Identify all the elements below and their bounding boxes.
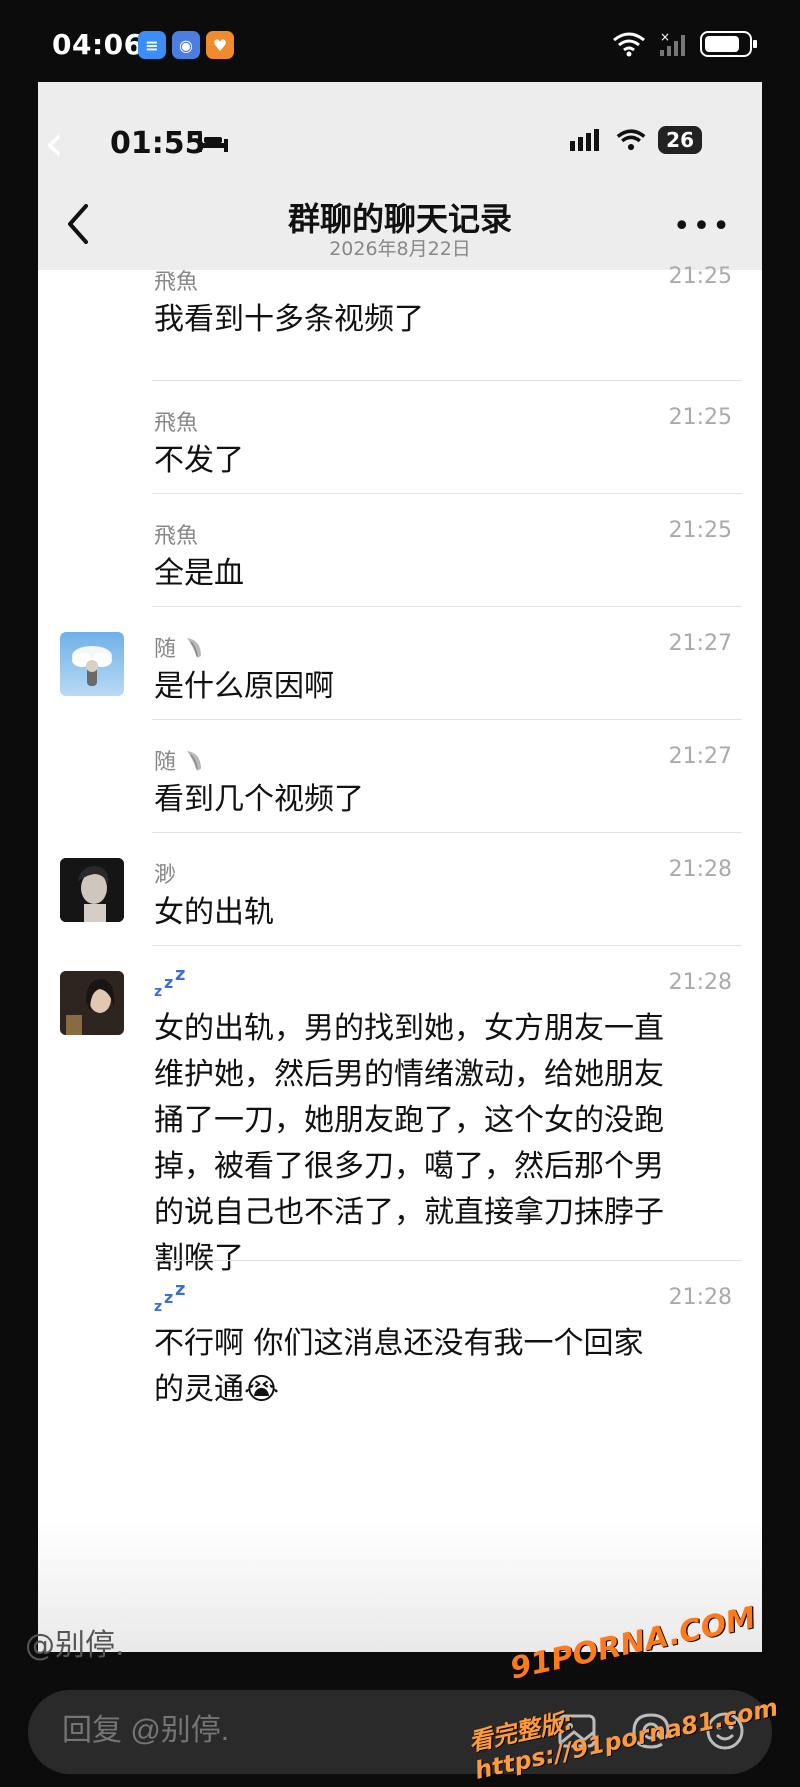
message-time: 21:28: [668, 857, 732, 882]
message-time: 21:28: [668, 1285, 732, 1310]
message-time: 21:25: [668, 264, 732, 289]
feather-emoji-icon: [187, 638, 202, 658]
outer-clock: 04:06: [52, 28, 144, 61]
battery-icon: [700, 31, 757, 57]
svg-text:z: z: [175, 968, 185, 985]
svg-text:z: z: [175, 1283, 185, 1300]
message-item: 飛魚 21:25 全是血: [38, 494, 762, 607]
message-text: 看到几个视频了: [154, 782, 364, 817]
chat-screenshot: ‹ 01:55 26 群聊的聊天记录 2026年8月22日 ••• 飛魚 21:…: [38, 82, 762, 1652]
girl-avatar[interactable]: [60, 971, 124, 1035]
sender-name: z z z zzz: [154, 1279, 188, 1319]
message-time: 21:25: [668, 518, 732, 543]
reply-input[interactable]: [62, 1714, 462, 1748]
message-text: 不发了: [154, 443, 244, 478]
svg-text:×: ×: [660, 30, 670, 44]
ghost-reply-handle: @别停.: [25, 1628, 125, 1663]
wifi-icon: [613, 32, 645, 57]
sleep-zzz-icon: z z z: [154, 964, 185, 1000]
portrait-avatar[interactable]: [60, 858, 124, 922]
sender-name: z z z zzz: [154, 964, 188, 1004]
ghost-back-arrow-icon: ‹: [44, 114, 64, 172]
inner-clock: 01:55: [110, 126, 206, 161]
sender-name: 飛魚: [154, 524, 199, 549]
message-text: 女的出轨: [154, 895, 274, 930]
message-text: 是什么原因啊: [154, 669, 334, 704]
message-time: 21:25: [668, 405, 732, 430]
inner-status-right: 26: [570, 126, 702, 154]
message-text: 全是血: [154, 556, 244, 591]
sleep-zzz-icon: z z z: [154, 1279, 185, 1315]
svg-text:z: z: [154, 1299, 162, 1313]
inner-signal-icon: [570, 129, 600, 151]
message-item: 随 21:27 是什么原因啊: [38, 607, 762, 720]
svg-text:z: z: [154, 984, 162, 998]
message-item: 飛魚 21:25 不发了: [38, 381, 762, 494]
sender-name: 随: [154, 631, 205, 663]
sender-name: 渺: [154, 863, 177, 888]
message-item: z z z zzz 21:28 不行啊 你们这消息还没有我一个回家的灵通😭: [38, 1261, 762, 1431]
outer-status-bar: 04:06 ≡ ◉ ♥ ×: [0, 0, 800, 82]
book-app-icon: ≡: [138, 31, 166, 59]
message-time: 21:28: [668, 970, 732, 995]
inner-wifi-icon: [616, 129, 646, 151]
message-time: 21:27: [668, 744, 732, 769]
svg-text:z: z: [164, 973, 173, 992]
bed-icon: [198, 134, 228, 152]
notification-icons: ≡ ◉ ♥: [138, 31, 234, 59]
svg-text:z: z: [164, 1288, 173, 1307]
message-item: z z z zzz 21:28 女的出轨，男的找到她，女方朋友一直维护她，然后男…: [38, 946, 762, 1276]
signal-icon: ×: [660, 30, 685, 56]
heart-app-icon: ♥: [206, 31, 234, 59]
inner-battery-icon: 26: [658, 126, 702, 154]
message-text: 女的出轨，男的找到她，女方朋友一直维护她，然后男的情绪激动，给她朋友捅了一刀，她…: [154, 1011, 664, 1276]
sender-name: 飛魚: [154, 270, 199, 295]
message-text: 不行啊 你们这消息还没有我一个回家的灵通😭: [154, 1326, 644, 1407]
outer-status-right: ×: [612, 30, 757, 58]
camera-app-icon: ◉: [172, 31, 200, 59]
message-item: 渺 21:28 女的出轨: [38, 833, 762, 946]
cloud-figure-icon: [72, 646, 112, 686]
sender-name: 随: [154, 744, 205, 776]
message-text: 我看到十多条视频了: [154, 302, 424, 337]
message-time: 21:27: [668, 631, 732, 656]
girl-portrait-icon: [60, 971, 124, 1035]
person-portrait-icon: [60, 858, 124, 922]
sender-name: 飛魚: [154, 411, 199, 436]
message-item: 飛魚 21:25 我看到十多条视频了: [38, 230, 762, 381]
message-item: 随 21:27 看到几个视频了: [38, 720, 762, 833]
feather-emoji-icon: [187, 751, 202, 771]
sky-avatar[interactable]: [60, 632, 124, 696]
